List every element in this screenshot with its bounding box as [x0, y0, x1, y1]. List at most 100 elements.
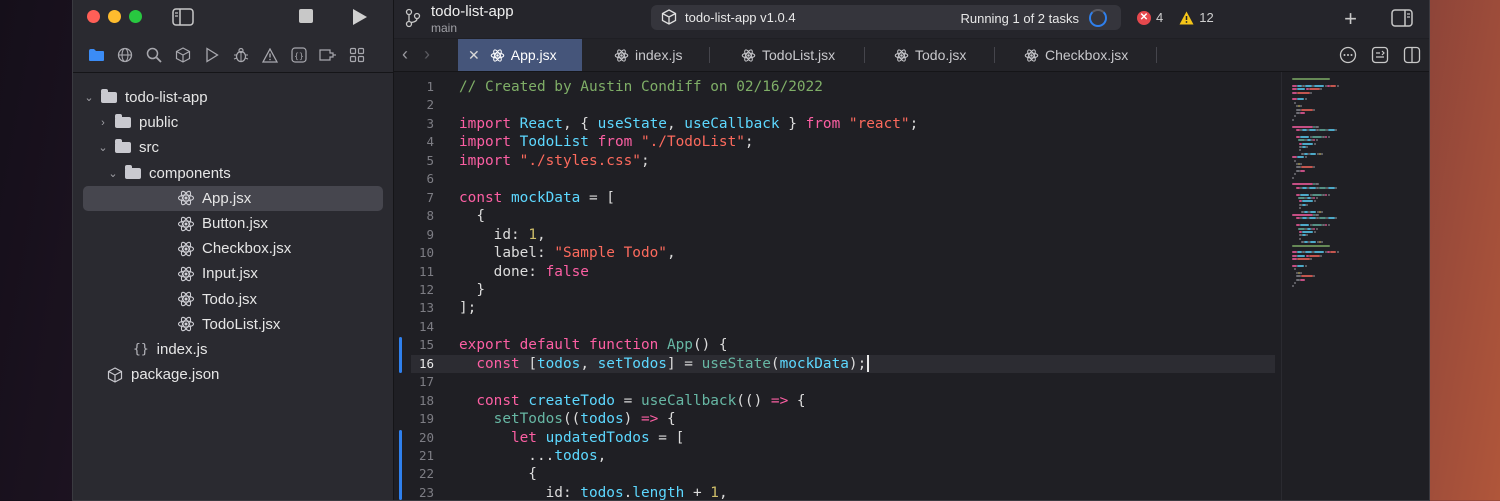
sidebar-toggle-icon[interactable] — [172, 8, 194, 26]
tree-item[interactable]: › public — [83, 110, 383, 135]
code-text: let updatedTodos = [ — [459, 429, 684, 448]
code-token: React — [519, 115, 563, 132]
code-token: , — [536, 226, 546, 243]
line-number: 12 — [418, 281, 434, 297]
close-tab-icon[interactable]: ✕ — [468, 47, 480, 64]
code-line[interactable]: 19 setTodos((todos) => { — [394, 410, 1274, 429]
inspector-toggle-icon[interactable] — [1391, 9, 1413, 27]
activity-viewer[interactable]: todo-list-app v1.0.4 Running 1 of 2 task… — [651, 5, 1121, 30]
tree-item[interactable]: TodoList.jsx — [83, 312, 383, 337]
related-items-icon[interactable] — [1371, 46, 1389, 64]
chevron-down-icon[interactable]: ⌄ — [97, 141, 109, 154]
navigator-tabs: {} — [87, 46, 366, 64]
split-editor-icon[interactable] — [1403, 46, 1421, 64]
chevron-down-icon[interactable]: ⌄ — [83, 91, 95, 104]
code-line[interactable]: 10 label: "Sample Todo", — [394, 244, 1274, 263]
minimap-line — [1302, 200, 1313, 203]
back-chevron-icon[interactable]: ‹ — [402, 44, 408, 65]
code-line[interactable]: 21 ...todos, — [394, 447, 1274, 466]
tree-item[interactable]: Todo.jsx — [83, 287, 383, 312]
minimap-line — [1300, 224, 1310, 227]
tree-item[interactable]: {} index.js — [83, 337, 383, 362]
code-token: todos — [536, 355, 581, 372]
code-line[interactable]: 4 import TodoList from "./TodoList"; — [394, 133, 1274, 152]
code-token: import — [459, 115, 520, 132]
code-token: } — [459, 281, 485, 298]
minimap-line — [1300, 105, 1303, 108]
code-line[interactable]: 7 const mockData = [ — [394, 189, 1274, 208]
more-options-icon[interactable] — [1339, 46, 1357, 64]
tree-item[interactable]: Checkbox.jsx — [83, 236, 383, 261]
window-controls — [87, 10, 142, 23]
minimap-line — [1296, 265, 1304, 267]
branch-name[interactable]: main — [431, 21, 457, 35]
code-token: setTodos — [597, 355, 667, 372]
code-line[interactable]: 11 done: false — [394, 263, 1274, 282]
tree-item[interactable]: package.json — [83, 362, 383, 387]
add-library-button[interactable]: + — [1344, 6, 1357, 32]
tab-todo-jsx[interactable]: Todo.jsx — [894, 39, 966, 71]
cube-icon[interactable] — [174, 46, 192, 64]
minimap-line — [1296, 156, 1304, 159]
minimap[interactable] — [1281, 72, 1392, 500]
search-icon[interactable] — [145, 46, 163, 64]
play-outline-icon[interactable] — [203, 46, 221, 64]
code-line[interactable]: 15 export default function App() { — [394, 336, 1274, 355]
code-line[interactable]: 23 id: todos.length + 1, — [394, 484, 1274, 500]
warning-icon[interactable] — [261, 46, 279, 64]
tree-item-label: Checkbox.jsx — [202, 240, 292, 258]
warning-indicator[interactable]: 12 — [1179, 10, 1214, 25]
code-text: label: "Sample Todo", — [459, 244, 676, 263]
code-line[interactable]: 8 { — [394, 207, 1274, 226]
braces-icon[interactable]: {} — [290, 46, 308, 64]
tree-item[interactable]: Input.jsx — [83, 261, 383, 286]
tree-item[interactable]: App.jsx — [83, 185, 383, 211]
code-token: , — [580, 355, 598, 372]
code-line[interactable]: 3 import React, { useState, useCallback }… — [394, 115, 1274, 134]
run-button[interactable] — [352, 8, 368, 26]
tag-icon[interactable] — [319, 46, 337, 64]
tree-item[interactable]: ⌄ src — [83, 135, 383, 160]
code-line[interactable]: 20 let updatedTodos = [ — [394, 429, 1274, 448]
code-line[interactable]: 5 import "./styles.css"; — [394, 152, 1274, 171]
tab-app-jsx[interactable]: ✕ App.jsx — [458, 39, 582, 71]
folder-icon[interactable] — [87, 46, 105, 64]
error-indicator[interactable]: ✕ 4 — [1137, 10, 1163, 25]
minimap-line — [1292, 118, 1294, 121]
forward-chevron-icon[interactable]: › — [424, 44, 430, 65]
tab-label: App.jsx — [510, 47, 557, 63]
minimap-line — [1292, 285, 1294, 288]
code-line[interactable]: 17 — [394, 373, 1274, 392]
stop-button[interactable] — [299, 9, 313, 23]
scheme-selector[interactable]: todo-list-app v1.0.4 — [685, 10, 796, 25]
code-line[interactable]: 1 // Created by Austin Condiff on 02/16/2… — [394, 78, 1274, 97]
code-line[interactable]: 9 id: 1, — [394, 226, 1274, 245]
chevron-down-icon[interactable]: ⌄ — [107, 167, 119, 180]
tree-item[interactable]: Button.jsx — [83, 211, 383, 236]
tab-todolist-jsx[interactable]: TodoList.jsx — [741, 39, 835, 71]
source-editor[interactable]: 1 // Created by Austin Condiff on 02/16/2… — [394, 72, 1429, 500]
code-line[interactable]: 2 — [394, 96, 1274, 115]
line-number: 13 — [418, 300, 434, 316]
tree-item[interactable]: ⌄ todo-list-app — [83, 85, 383, 110]
close-window-button[interactable] — [87, 10, 100, 23]
code-line[interactable]: 22 { — [394, 465, 1274, 484]
globe-icon[interactable] — [116, 46, 134, 64]
tree-item[interactable]: ⌄ components — [83, 161, 383, 186]
zoom-window-button[interactable] — [129, 10, 142, 23]
project-title[interactable]: todo-list-app — [431, 3, 514, 20]
tab-checkbox-jsx[interactable]: Checkbox.jsx — [1024, 39, 1128, 71]
code-line[interactable]: 13]; — [394, 299, 1274, 318]
minimize-window-button[interactable] — [108, 10, 121, 23]
code-line[interactable]: 6 — [394, 170, 1274, 189]
current-code-line[interactable]: 16 const [todos, setTodos] = useState(mo… — [411, 354, 1275, 374]
code-token: { — [788, 392, 806, 409]
code-text: setTodos((todos) => { — [459, 410, 676, 429]
code-line[interactable]: 14 — [394, 318, 1274, 337]
chevron-right-icon[interactable]: › — [97, 117, 109, 129]
code-line[interactable]: 12 } — [394, 281, 1274, 300]
bug-icon[interactable] — [232, 46, 250, 64]
tab-index-js[interactable]: index.js — [614, 39, 682, 71]
grid-icon[interactable] — [348, 46, 366, 64]
code-line[interactable]: 18 const createTodo = useCallback(() => … — [394, 392, 1274, 411]
